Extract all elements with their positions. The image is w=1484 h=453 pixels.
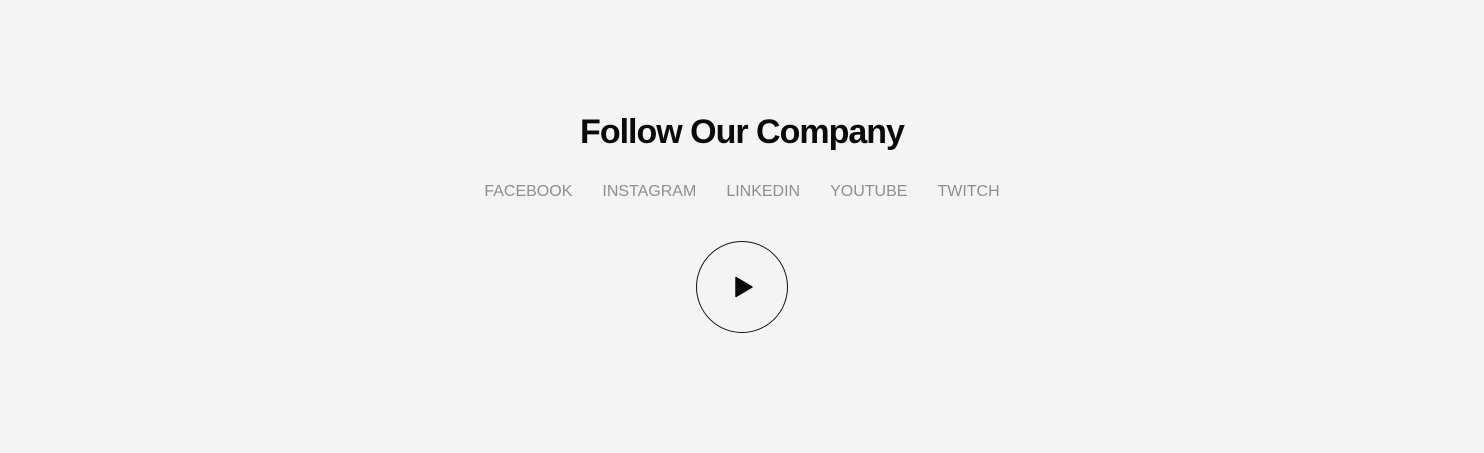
youtube-link[interactable]: YOUTUBE	[830, 181, 907, 203]
follow-section: Follow Our Company FACEBOOK INSTAGRAM LI…	[0, 0, 1484, 453]
facebook-link[interactable]: FACEBOOK	[484, 181, 572, 203]
play-video-button[interactable]	[696, 241, 788, 333]
twitch-link[interactable]: TWITCH	[937, 181, 999, 203]
play-icon	[735, 276, 753, 298]
linkedin-link[interactable]: LINKEDIN	[726, 181, 800, 203]
section-title: Follow Our Company	[580, 113, 905, 151]
social-links: FACEBOOK INSTAGRAM LINKEDIN YOUTUBE TWIT…	[0, 181, 1484, 203]
instagram-link[interactable]: INSTAGRAM	[602, 181, 696, 203]
